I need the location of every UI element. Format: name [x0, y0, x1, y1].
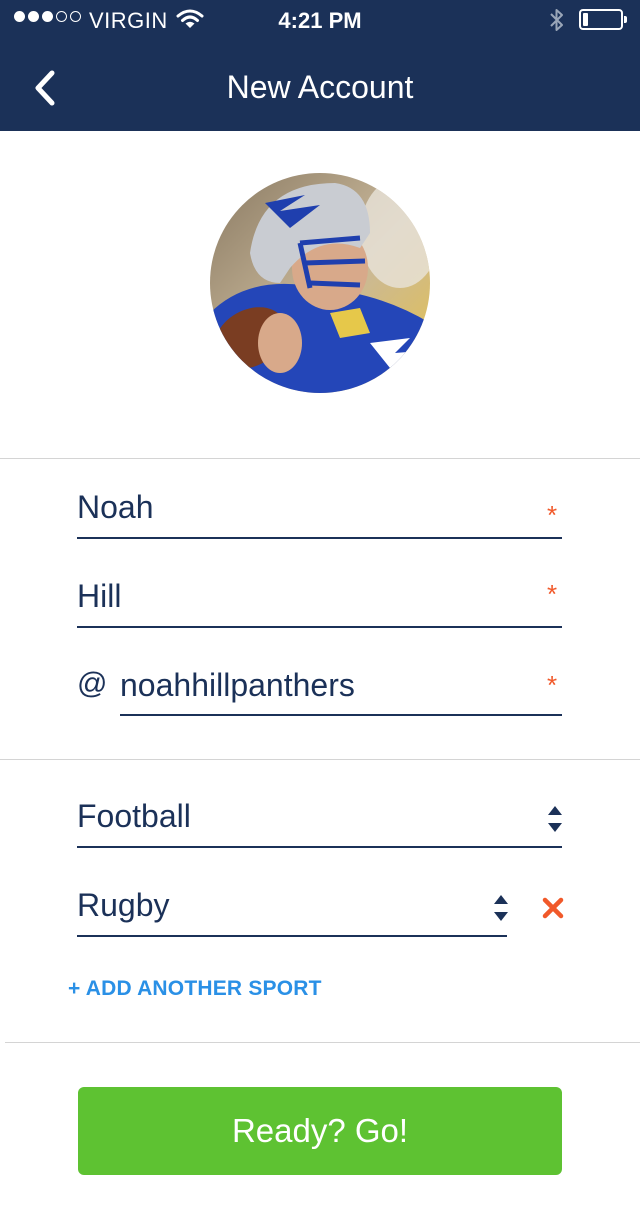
sport-select-rugby[interactable]: Rugby	[77, 887, 170, 924]
at-sign-label: @	[77, 667, 108, 700]
required-marker: *	[547, 670, 558, 700]
football-player-photo	[210, 173, 430, 393]
username-field[interactable]: noahhillpanthers	[120, 667, 355, 704]
clock: 4:21 PM	[278, 8, 362, 33]
status-bar: VIRGIN 4:21 PM	[0, 0, 640, 42]
first-name-underline	[77, 537, 562, 539]
updown-arrows-icon[interactable]	[546, 804, 564, 834]
profile-avatar[interactable]	[210, 173, 430, 393]
section-divider	[0, 458, 640, 459]
section-divider	[0, 759, 640, 760]
sport-underline	[77, 846, 562, 848]
battery-icon	[579, 9, 627, 30]
required-marker: *	[547, 579, 558, 609]
last-name-underline	[77, 626, 562, 628]
updown-arrows-icon[interactable]	[492, 893, 510, 923]
bluetooth-icon	[550, 9, 563, 31]
section-divider	[5, 1042, 640, 1043]
sport-underline	[77, 935, 507, 937]
first-name-field[interactable]: Noah	[77, 489, 154, 526]
remove-sport-icon[interactable]	[542, 897, 564, 919]
page-title: New Account	[226, 69, 414, 105]
last-name-field[interactable]: Hill	[77, 578, 121, 615]
add-another-sport-link[interactable]: + ADD ANOTHER SPORT	[68, 977, 322, 1001]
app-header: VIRGIN 4:21 PM New Account	[0, 0, 640, 131]
username-underline	[120, 714, 562, 716]
required-marker: *	[547, 500, 558, 530]
sport-select-football[interactable]: Football	[77, 798, 191, 835]
ready-go-button[interactable]: Ready? Go!	[78, 1087, 562, 1175]
